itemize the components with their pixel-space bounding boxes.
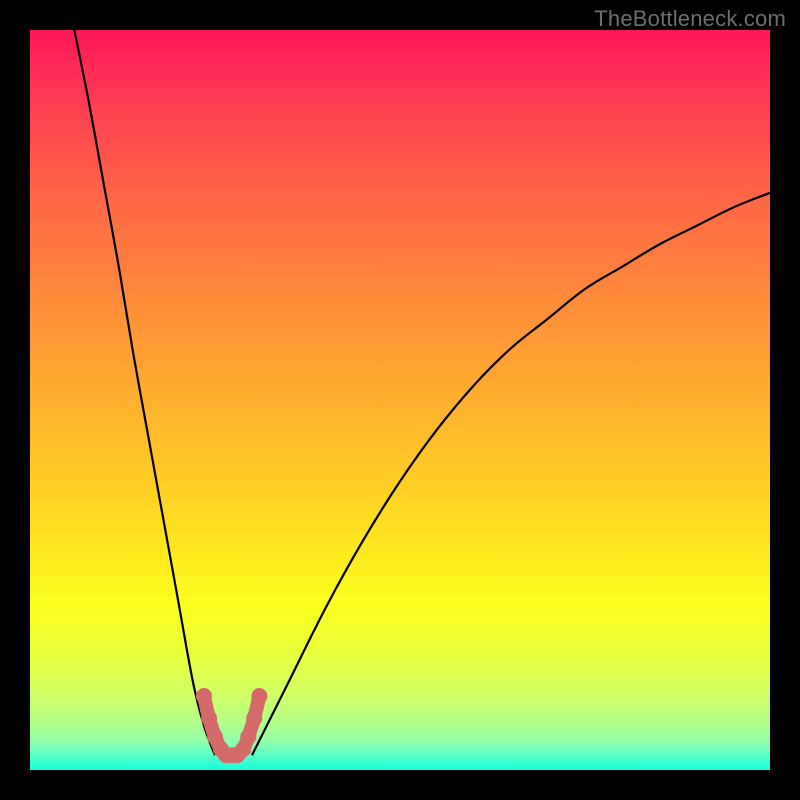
optimal-marker-dot [196, 688, 212, 704]
optimal-marker-dot [246, 710, 262, 726]
bottleneck-curve-svg [30, 30, 770, 770]
optimal-marker-dot [201, 710, 217, 726]
bottleneck-curve-left [74, 30, 215, 755]
curve-group [74, 30, 770, 763]
plot-area [30, 30, 770, 770]
watermark-text: TheBottleneck.com [594, 6, 786, 32]
bottleneck-curve-right [252, 193, 770, 755]
optimal-marker-dot [240, 729, 256, 745]
optimal-marker-dot [251, 688, 267, 704]
chart-frame: TheBottleneck.com [0, 0, 800, 800]
optimal-segment-markers [196, 688, 268, 763]
optimal-segment-path [204, 696, 260, 756]
